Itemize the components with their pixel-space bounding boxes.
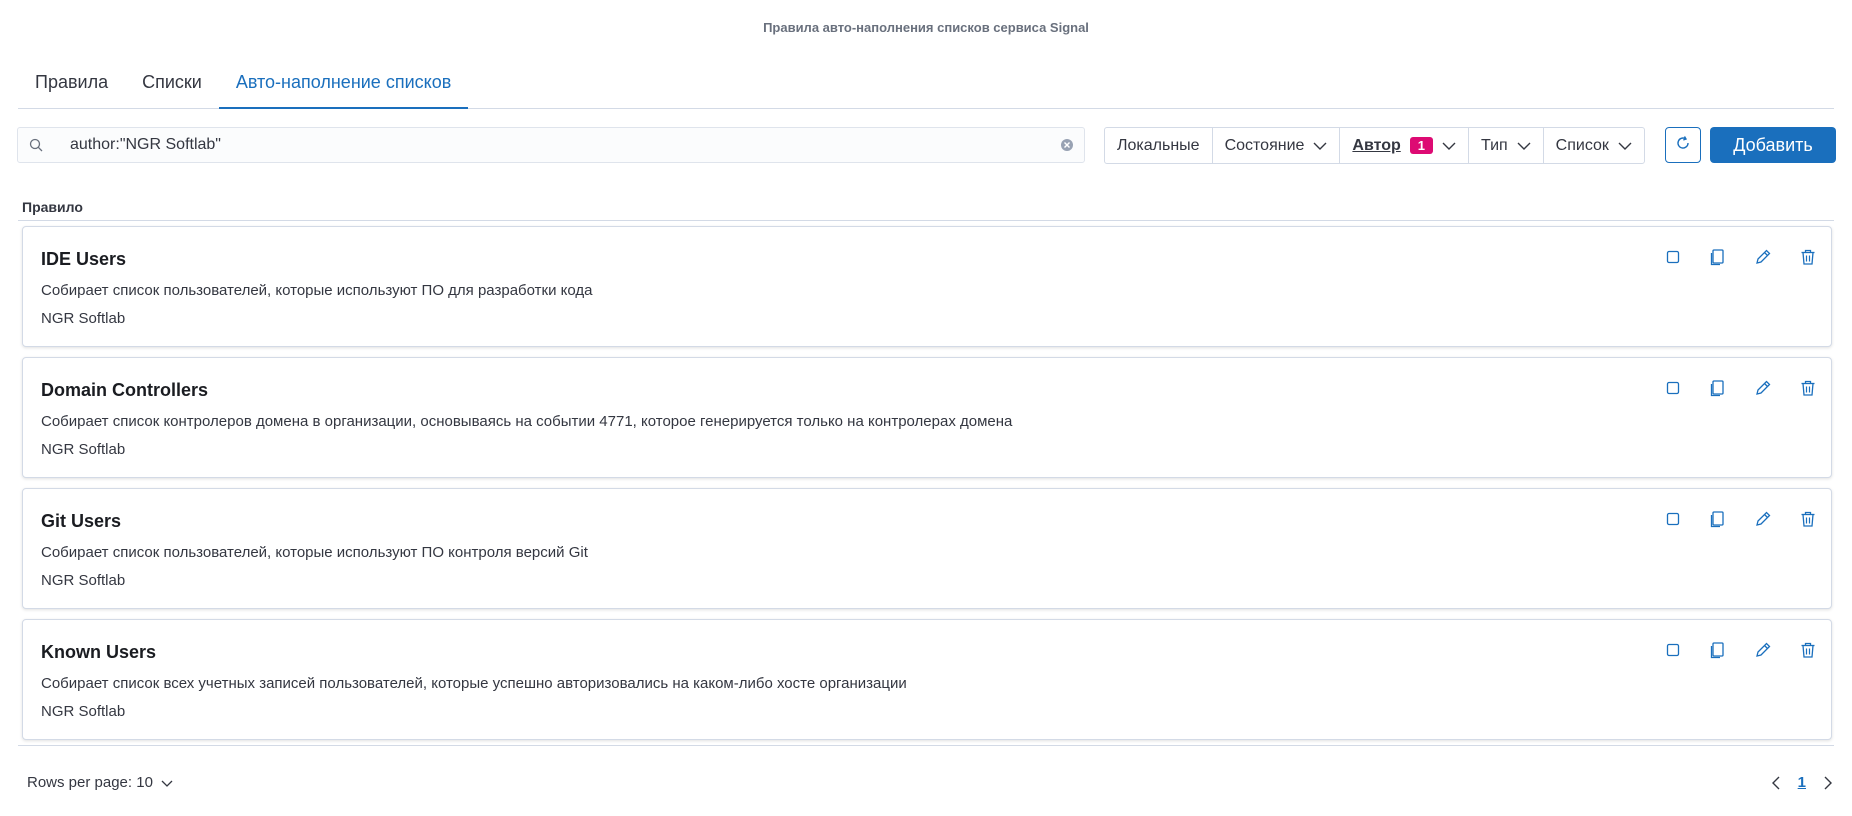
select-checkbox-icon[interactable] [1663, 247, 1682, 266]
filter-state-label: Состояние [1224, 136, 1305, 154]
next-page-icon[interactable] [1824, 776, 1832, 790]
page-number[interactable]: 1 [1798, 774, 1806, 791]
select-checkbox-icon[interactable] [1663, 509, 1682, 528]
copy-icon[interactable] [1708, 509, 1727, 528]
copy-icon[interactable] [1708, 378, 1727, 397]
filter-type-label: Тип [1481, 136, 1508, 154]
rule-actions [1663, 640, 1817, 659]
page-title: Правила авто-наполнения списков сервиса … [763, 20, 1089, 35]
rule-card: Domain Controllers Собирает список контр… [22, 357, 1832, 478]
rule-title: Domain Controllers [41, 380, 209, 400]
chevron-down-icon [1517, 137, 1531, 155]
rule-title: Known Users [41, 642, 157, 662]
edit-icon[interactable] [1753, 378, 1772, 397]
search-input[interactable] [54, 136, 1050, 154]
rule-card: Git Users Собирает список пользователей,… [22, 488, 1832, 609]
rule-description: Собирает список пользователей, которые и… [41, 282, 593, 299]
refresh-button[interactable] [1665, 127, 1701, 163]
select-checkbox-icon[interactable] [1663, 640, 1682, 659]
filter-local[interactable]: Локальные [1105, 128, 1213, 163]
rule-author: NGR Softlab [41, 703, 126, 720]
rule-author: NGR Softlab [41, 441, 126, 458]
filter-type[interactable]: Тип [1469, 128, 1544, 163]
tab-bar: Правила Списки Авто-наполнение списков [18, 62, 1834, 109]
edit-icon[interactable] [1753, 640, 1772, 659]
clear-icon[interactable] [1050, 138, 1084, 152]
rule-description: Собирает список всех учетных записей пол… [41, 675, 907, 692]
filter-group: Локальные Состояние Автор 1 Тип Список [1104, 127, 1645, 164]
edit-icon[interactable] [1753, 509, 1772, 528]
column-header-rule[interactable]: Правило [22, 199, 83, 215]
delete-icon[interactable] [1798, 378, 1817, 397]
rule-description: Собирает список контролеров домена в орг… [41, 413, 1013, 430]
refresh-icon [1675, 135, 1691, 156]
chevron-down-icon [1313, 137, 1327, 155]
filter-local-label: Локальные [1117, 136, 1200, 154]
rule-description: Собирает список пользователей, которые и… [41, 544, 588, 561]
pagination: 1 [1771, 774, 1832, 791]
divider [18, 745, 1834, 746]
rule-actions [1663, 509, 1817, 528]
rule-author: NGR Softlab [41, 310, 126, 327]
rows-per-page-button[interactable]: Rows per page: 10 [27, 774, 173, 791]
delete-icon[interactable] [1798, 640, 1817, 659]
rows-per-page-label: Rows per page: 10 [27, 774, 153, 791]
search-icon [18, 138, 54, 152]
tab-auto-fill[interactable]: Авто-наполнение списков [218, 62, 469, 109]
rule-title: Git Users [41, 511, 122, 531]
delete-icon[interactable] [1798, 247, 1817, 266]
rule-actions [1663, 378, 1817, 397]
filter-author[interactable]: Автор 1 [1340, 128, 1469, 163]
rule-card: Known Users Собирает список всех учетных… [22, 619, 1832, 740]
chevron-down-icon [1442, 137, 1456, 155]
select-checkbox-icon[interactable] [1663, 378, 1682, 397]
filter-count-badge: 1 [1409, 137, 1433, 154]
rules-list: IDE Users Собирает список пользователей,… [22, 226, 1832, 750]
rule-author: NGR Softlab [41, 572, 126, 589]
filter-state[interactable]: Состояние [1213, 128, 1341, 163]
copy-icon[interactable] [1708, 640, 1727, 659]
rule-title: IDE Users [41, 249, 127, 269]
copy-icon[interactable] [1708, 247, 1727, 266]
chevron-down-icon [1618, 137, 1632, 155]
filter-list-label: Список [1555, 136, 1609, 154]
chevron-down-icon [161, 774, 173, 791]
tab-lists[interactable]: Списки [125, 62, 219, 109]
divider [18, 220, 1834, 221]
search-bar [17, 127, 1085, 163]
filter-author-label: Автор [1352, 136, 1401, 154]
filter-list[interactable]: Список [1544, 128, 1644, 163]
tab-rules[interactable]: Правила [18, 62, 125, 109]
delete-icon[interactable] [1798, 509, 1817, 528]
rule-card: IDE Users Собирает список пользователей,… [22, 226, 1832, 347]
add-button[interactable]: Добавить [1710, 127, 1836, 163]
rule-actions [1663, 247, 1817, 266]
edit-icon[interactable] [1753, 247, 1772, 266]
previous-page-icon[interactable] [1771, 776, 1780, 790]
